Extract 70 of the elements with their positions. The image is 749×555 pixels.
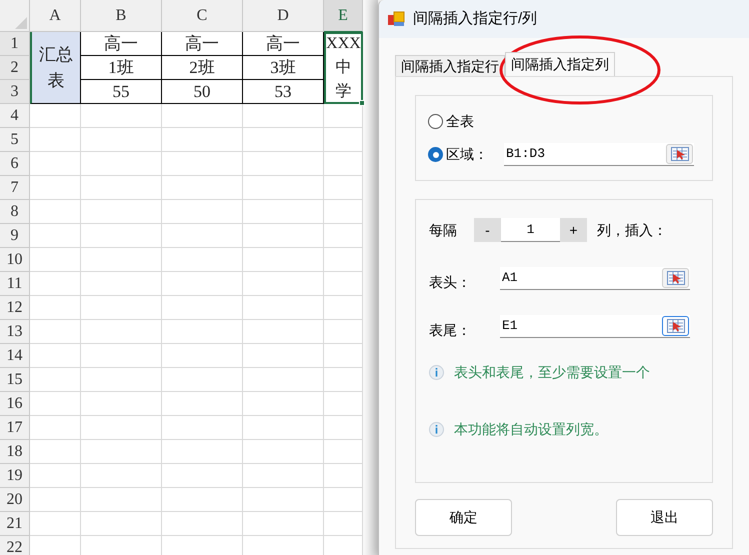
table-cell: 汇总 表 xyxy=(30,32,81,104)
row-header[interactable]: 4 xyxy=(0,104,30,128)
table-cell: 55 xyxy=(81,80,162,104)
range-picker-button[interactable] xyxy=(662,316,689,336)
range-picker-icon xyxy=(666,319,684,333)
range-field[interactable]: A1 xyxy=(500,267,690,290)
row-header[interactable]: 9 xyxy=(0,224,30,248)
table-cell: 高一 xyxy=(162,32,243,56)
fill-handle[interactable] xyxy=(359,100,365,106)
info-note: 表头和表尾，至少需要设置一个 xyxy=(454,363,650,382)
table-cell: 2班 xyxy=(162,56,243,80)
range-value: A1 xyxy=(501,269,519,288)
tab[interactable]: 间隔插入指定行 xyxy=(395,55,505,76)
column-header[interactable]: A xyxy=(30,0,81,32)
table-cell: 3班 xyxy=(243,56,324,80)
info-icon xyxy=(429,365,444,380)
range-picker-icon xyxy=(670,147,688,161)
row-header[interactable]: 6 xyxy=(0,152,30,176)
row-header[interactable]: 14 xyxy=(0,344,30,368)
row-header[interactable]: 13 xyxy=(0,320,30,344)
row-header[interactable]: 18 xyxy=(0,440,30,464)
column-header[interactable]: B xyxy=(81,0,162,32)
info-icon xyxy=(429,422,444,437)
column-header[interactable]: D xyxy=(243,0,324,32)
increment-button[interactable]: + xyxy=(560,218,587,242)
row-header[interactable]: 2 xyxy=(0,56,30,80)
info-note: 本功能将自动设置列宽。 xyxy=(454,420,608,439)
table-cell: 1班 xyxy=(81,56,162,80)
row-header[interactable]: 5 xyxy=(0,128,30,152)
row-header[interactable]: 21 xyxy=(0,512,30,536)
row-header[interactable]: 7 xyxy=(0,176,30,200)
row-header[interactable]: 3 xyxy=(0,80,30,104)
range-field[interactable]: E1 xyxy=(500,315,690,338)
interval-field[interactable]: 1 xyxy=(501,218,560,242)
dialog-button[interactable]: 确定 xyxy=(415,499,512,536)
table-cell: 50 xyxy=(162,80,243,104)
range-field[interactable]: B1:D3 xyxy=(504,143,694,166)
row-header[interactable]: 17 xyxy=(0,416,30,440)
window-title: 间隔插入指定行/列 xyxy=(413,8,538,29)
app-icon xyxy=(387,10,405,28)
row-header[interactable]: 19 xyxy=(0,464,30,488)
table-cell: 高一 xyxy=(243,32,324,56)
table-cell: 高一 xyxy=(81,32,162,56)
field-label: 表头： xyxy=(429,273,472,292)
table-cell: XXX 中 学 xyxy=(324,32,363,104)
dialog-button[interactable]: 退出 xyxy=(616,499,713,536)
radio-button[interactable] xyxy=(428,114,443,129)
row-header[interactable]: 16 xyxy=(0,392,30,416)
range-value: B1:D3 xyxy=(505,145,546,164)
interval-suffix: 列，插入： xyxy=(597,220,667,240)
row-header[interactable]: 12 xyxy=(0,296,30,320)
field-label: 表尾： xyxy=(429,321,472,340)
range-picker-icon xyxy=(666,271,684,285)
row-header[interactable]: 15 xyxy=(0,368,30,392)
interval-label: 每隔 xyxy=(429,220,458,240)
row-header[interactable]: 20 xyxy=(0,488,30,512)
decrement-button[interactable]: - xyxy=(474,218,501,242)
radio-label: 区域： xyxy=(446,145,489,164)
tab[interactable]: 间隔插入指定列 xyxy=(505,52,615,76)
row-header[interactable]: 10 xyxy=(0,248,30,272)
range-value: E1 xyxy=(501,317,519,336)
row-header[interactable]: 11 xyxy=(0,272,30,296)
row-header[interactable]: 1 xyxy=(0,32,30,56)
row-header[interactable]: 22 xyxy=(0,536,30,555)
row-header[interactable]: 8 xyxy=(0,200,30,224)
column-header[interactable]: C xyxy=(162,0,243,32)
radio-button[interactable] xyxy=(428,147,443,162)
table-cell: 53 xyxy=(243,80,324,104)
column-header[interactable]: E xyxy=(324,0,363,32)
radio-label: 全表 xyxy=(446,112,475,131)
